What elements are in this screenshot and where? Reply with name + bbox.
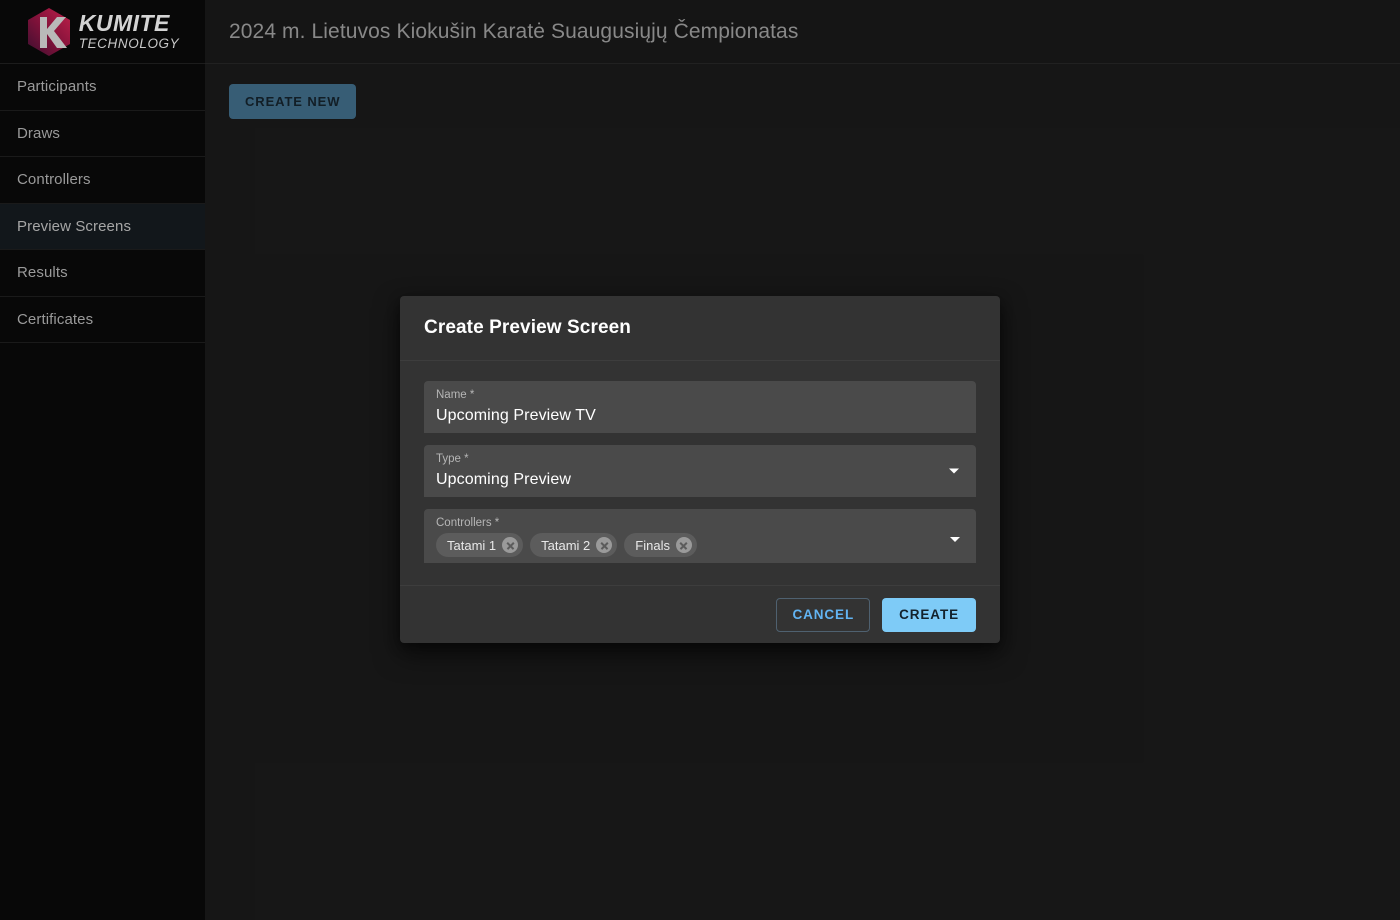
dialog-header: Create Preview Screen xyxy=(400,296,1000,361)
controllers-chip-row: Tatami 1 Tatami 2 Finals xyxy=(436,533,964,557)
main-area: 2024 m. Lietuvos Kiokušin Karatė Suaugus… xyxy=(205,0,1400,920)
sidebar-item-label: Draws xyxy=(17,125,60,142)
chevron-down-icon[interactable] xyxy=(950,537,960,542)
controllers-select[interactable]: Controllers * Tatami 1 Tatami 2 xyxy=(424,509,976,564)
logo-line-1: KUMITE xyxy=(79,12,180,35)
create-preview-screen-dialog: Create Preview Screen Name * Upcoming Pr… xyxy=(400,296,1000,643)
sidebar-item-controllers[interactable]: Controllers xyxy=(0,157,205,204)
sidebar-item-label: Results xyxy=(17,264,68,281)
type-select-label: Type * xyxy=(436,453,964,467)
app-root: KUMITE TECHNOLOGY Participants Draws Con… xyxy=(0,0,1400,920)
sidebar-nav: Participants Draws Controllers Preview S… xyxy=(0,64,205,343)
sidebar-item-results[interactable]: Results xyxy=(0,250,205,297)
sidebar-item-participants[interactable]: Participants xyxy=(0,64,205,111)
sidebar-item-draws[interactable]: Draws xyxy=(0,111,205,158)
sidebar-item-label: Participants xyxy=(17,78,97,95)
controllers-select-label: Controllers * xyxy=(436,517,964,531)
type-select[interactable]: Type * Upcoming Preview xyxy=(424,445,976,497)
chip-label: Tatami 1 xyxy=(447,539,496,552)
dialog-footer: CANCEL CREATE xyxy=(400,585,1000,643)
chip-label: Finals xyxy=(635,539,670,552)
name-field-label: Name * xyxy=(436,389,964,403)
close-circle-icon[interactable] xyxy=(502,537,518,553)
chip-finals[interactable]: Finals xyxy=(624,533,697,557)
sidebar-item-label: Preview Screens xyxy=(17,218,131,235)
sidebar-item-label: Certificates xyxy=(17,311,93,328)
name-field[interactable]: Name * Upcoming Preview TV xyxy=(424,381,976,433)
create-button[interactable]: CREATE xyxy=(882,598,976,632)
sidebar-item-preview-screens[interactable]: Preview Screens xyxy=(0,204,205,251)
chevron-down-icon[interactable] xyxy=(949,468,959,473)
sidebar-logo[interactable]: KUMITE TECHNOLOGY xyxy=(0,0,205,64)
dialog-scrim: Create Preview Screen Name * Upcoming Pr… xyxy=(205,0,1400,920)
sidebar: KUMITE TECHNOLOGY Participants Draws Con… xyxy=(0,0,205,920)
chip-tatami-1[interactable]: Tatami 1 xyxy=(436,533,523,557)
cancel-button[interactable]: CANCEL xyxy=(776,598,870,632)
sidebar-item-label: Controllers xyxy=(17,171,91,188)
kumite-hexagon-logo-icon xyxy=(26,7,72,57)
sidebar-item-certificates[interactable]: Certificates xyxy=(0,297,205,344)
close-circle-icon[interactable] xyxy=(676,537,692,553)
logo-wrap: KUMITE TECHNOLOGY xyxy=(26,7,180,57)
dialog-body: Name * Upcoming Preview TV Type * Upcomi… xyxy=(400,361,1000,585)
dialog-title: Create Preview Screen xyxy=(424,317,631,339)
type-select-value: Upcoming Preview xyxy=(436,470,964,490)
logo-line-2: TECHNOLOGY xyxy=(79,37,180,51)
logo-text: KUMITE TECHNOLOGY xyxy=(79,12,180,51)
chip-tatami-2[interactable]: Tatami 2 xyxy=(530,533,617,557)
name-field-value: Upcoming Preview TV xyxy=(436,406,964,426)
chip-label: Tatami 2 xyxy=(541,539,590,552)
close-circle-icon[interactable] xyxy=(596,537,612,553)
